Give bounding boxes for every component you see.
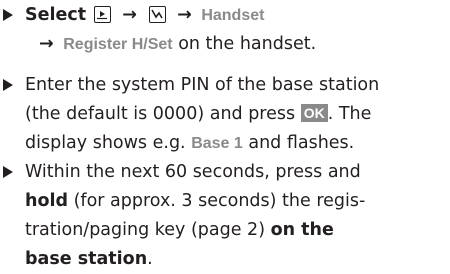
step-3-line-1: Within the next 60 seconds, press and (25, 162, 361, 182)
step-2-line-3-text-b: and flashes. (242, 133, 355, 153)
step-2-line-2-text-a: (the default is 0000) and press (25, 104, 301, 124)
step-2-line-3-text-a: display shows e.g. (25, 133, 192, 153)
step-3-line-3: tration/paging key (page 2) on the (25, 215, 445, 245)
step-3-line-2-text: (for approx. 3 seconds) the regis- (68, 191, 366, 211)
step-2-line-1: Enter the system PIN of the base station (25, 75, 380, 95)
step-2-line-2: (the default is 0000) and press OK. The (25, 99, 445, 129)
settings-menu-icon (148, 6, 166, 23)
on-the-bold: on the (270, 220, 334, 240)
arrow-1: → (122, 5, 137, 25)
ok-key-label: OK (300, 104, 328, 122)
step-1-line-2: → Register H/Set on the handset. (39, 29, 450, 60)
step-3-line-3-text: tration/paging key (page 2) (25, 220, 271, 240)
open-menu-icon (93, 6, 111, 23)
base-1-display: Base 1 (191, 135, 243, 152)
base-station-bold: base station (25, 249, 148, 269)
on-handset-text: on the handset. (172, 34, 317, 54)
triangle-bullet-icon (3, 166, 13, 178)
arrow-3: → (39, 34, 54, 54)
step-1-line-1: Select → → Handset (25, 0, 445, 31)
triangle-bullet-icon (3, 9, 13, 21)
menu-handset: Handset (201, 7, 265, 24)
select-word: Select (25, 5, 87, 25)
triangle-bullet-icon (3, 79, 13, 91)
hold-word: hold (25, 191, 69, 211)
arrow-2: → (177, 5, 192, 25)
step-2-line-3: display shows e.g. Base 1 and flashes. (25, 128, 445, 159)
step-3-line-4: base station. (25, 244, 445, 274)
instruction-page: Select → → Handset → Register H/Set on t… (0, 0, 450, 269)
step-3-line-2: hold (for approx. 3 seconds) the regis- (25, 186, 445, 216)
step-2-line-2-text-b: . The (327, 104, 372, 124)
step-3-period: . (147, 249, 153, 269)
menu-register-hset: Register H/Set (63, 36, 173, 53)
